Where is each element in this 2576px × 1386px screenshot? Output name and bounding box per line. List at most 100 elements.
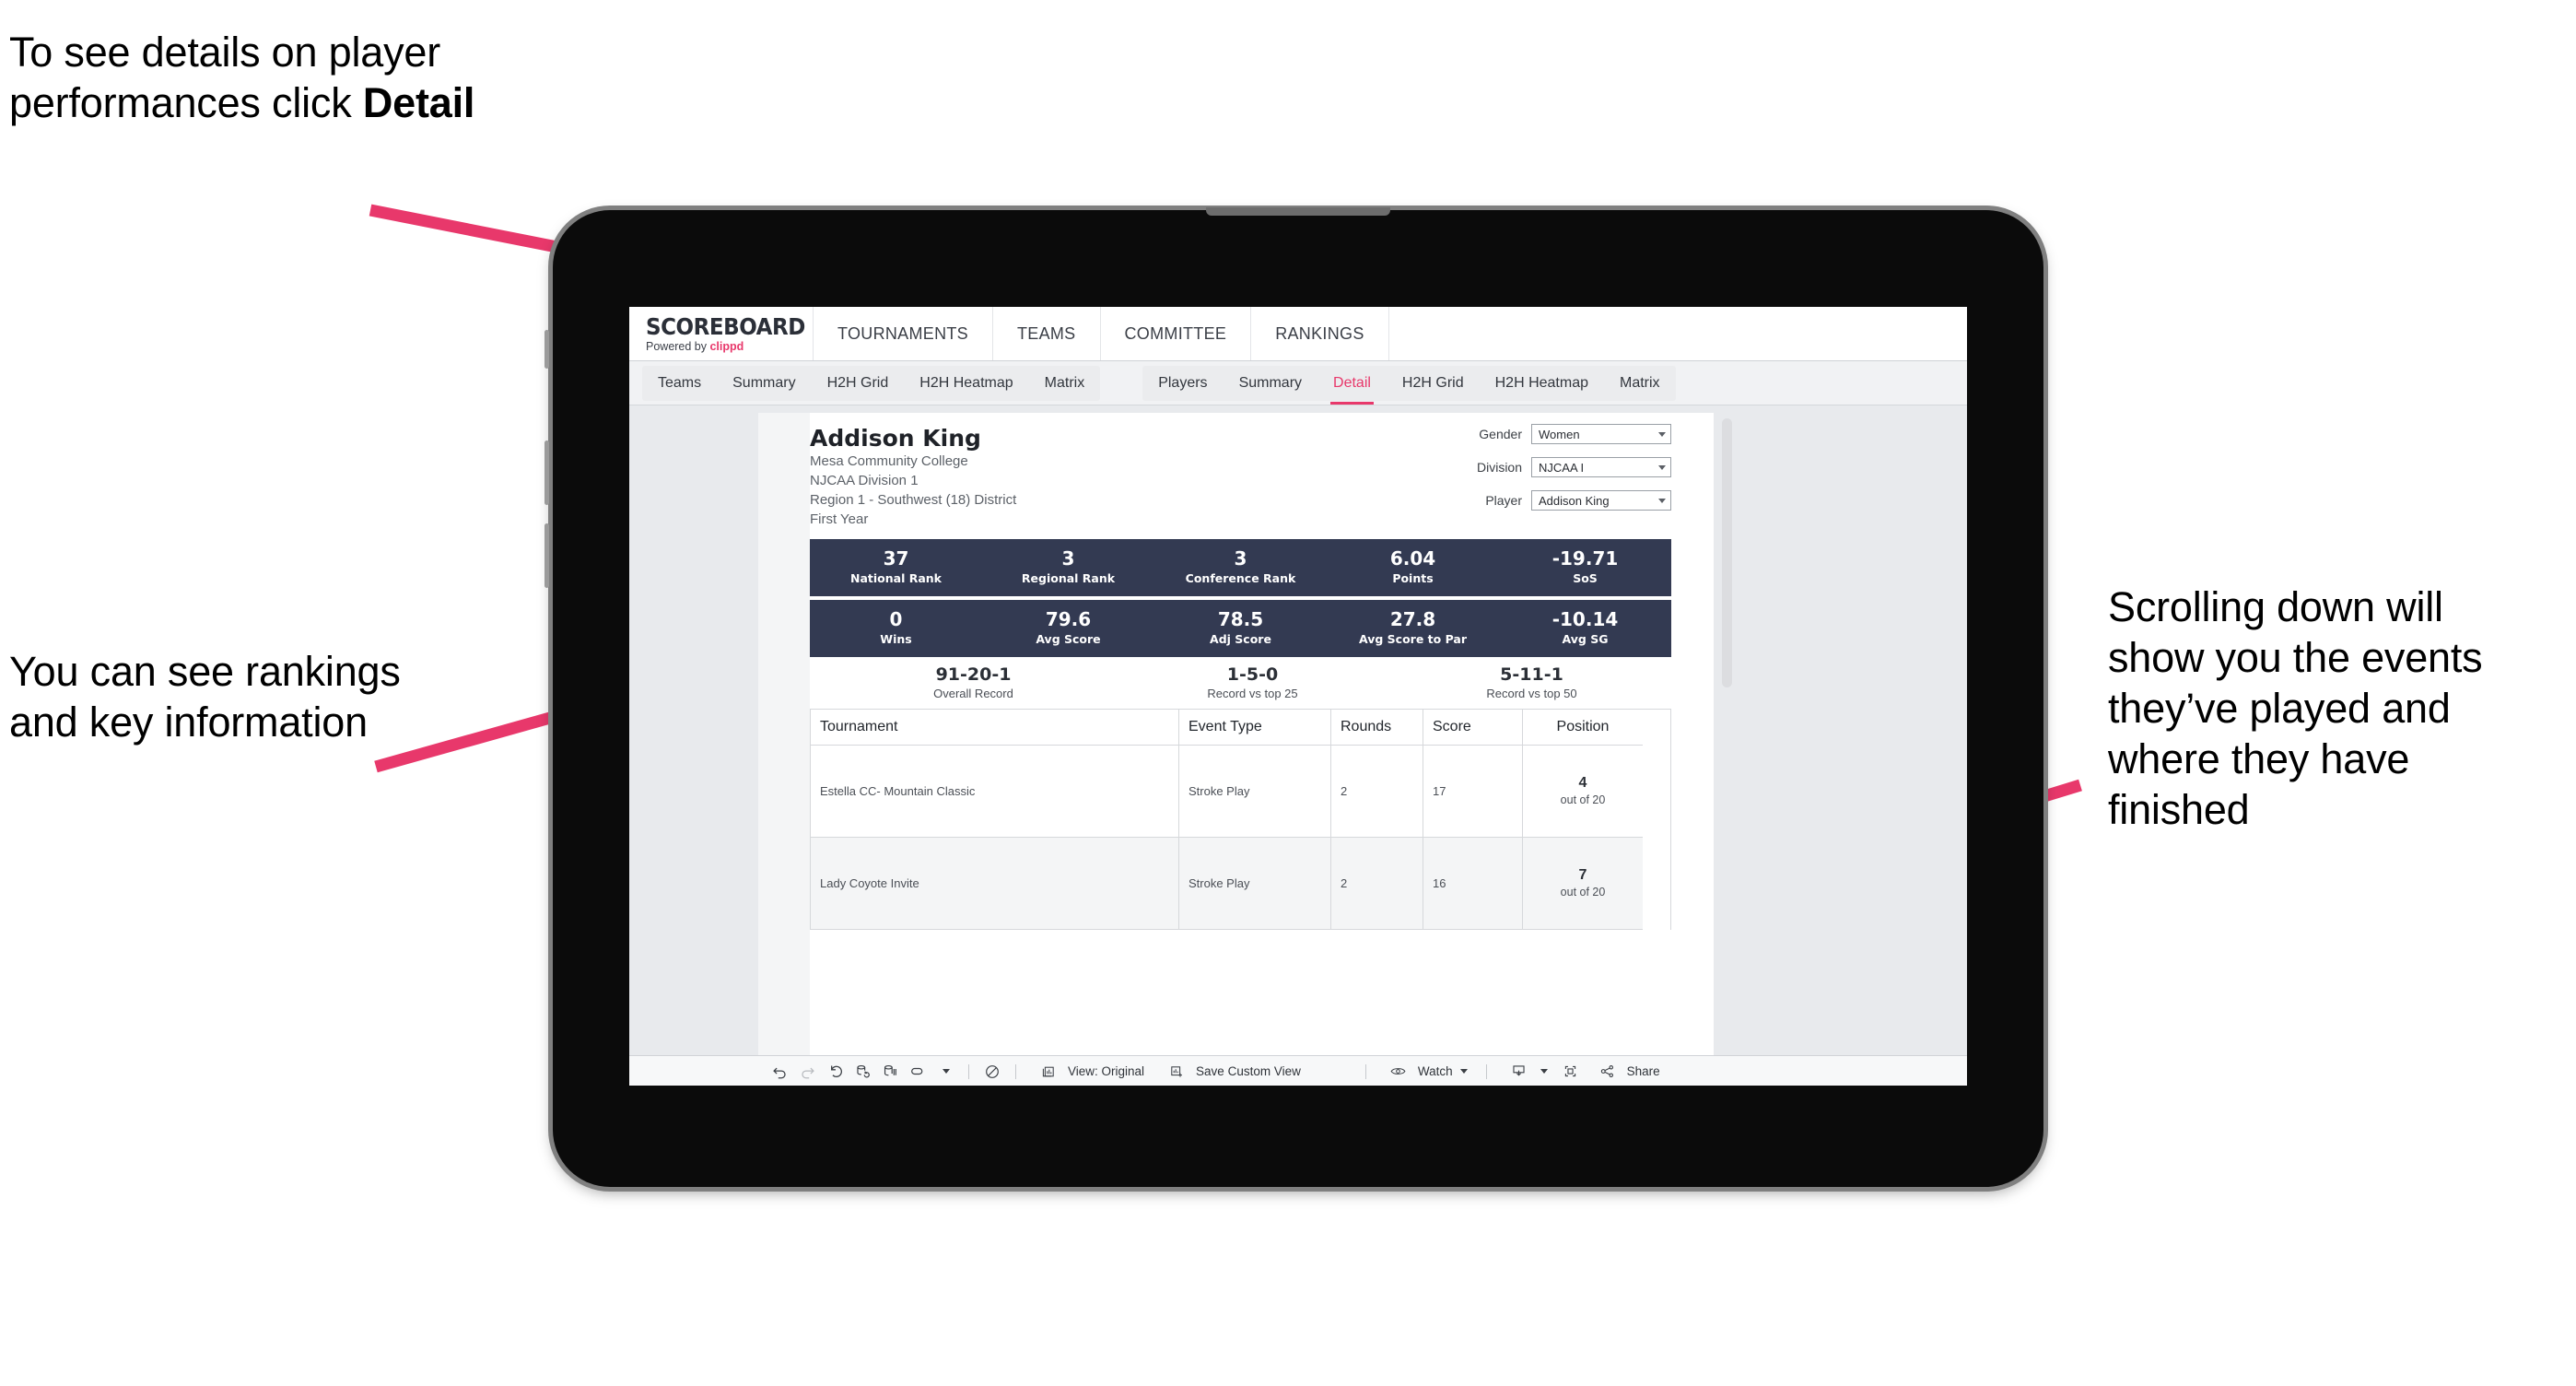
toolbar-divider <box>1364 1063 1366 1079</box>
stat-wins: 0 Wins <box>810 608 982 647</box>
brand-logo[interactable]: SCOREBOARD Powered by clippd <box>629 307 814 360</box>
col-position: Position <box>1523 710 1643 746</box>
events-table: Tournament Event Type Rounds Score Posit… <box>810 708 1671 930</box>
table-row[interactable]: Estella CC- Mountain Classic Stroke Play… <box>811 745 1670 838</box>
col-event-type: Event Type <box>1179 709 1331 746</box>
pause-auto-update-icon[interactable] <box>904 1058 931 1086</box>
cell-rounds: 2 <box>1331 837 1423 930</box>
app-sub-nav: Teams Summary H2H Grid H2H Heatmap Matri… <box>629 361 1967 405</box>
filter-division-value: NJCAA I <box>1539 460 1585 475</box>
stat-record-vs-top-50: 5-11-1 Record vs top 50 <box>1392 664 1671 699</box>
chevron-down-icon[interactable] <box>931 1058 959 1086</box>
subtab-teams-summary[interactable]: Summary <box>717 366 811 401</box>
fullscreen-icon[interactable] <box>1557 1058 1585 1086</box>
annotation-right: Scrolling down will show you the events … <box>2108 583 2483 833</box>
filter-player-select[interactable]: Addison King <box>1531 490 1671 511</box>
stats-band-rankings: 37 National Rank 3 Regional Rank 3 Confe… <box>810 538 1671 596</box>
watch-label: Watch <box>1417 1064 1453 1078</box>
subtab-players[interactable]: Players <box>1142 366 1223 401</box>
undo-icon[interactable] <box>766 1058 793 1086</box>
watch-button[interactable]: Watch <box>1376 1058 1477 1086</box>
download-button[interactable] <box>1496 1058 1557 1086</box>
share-label: Share <box>1626 1064 1660 1078</box>
brand-subtitle: Powered by clippd <box>646 341 813 353</box>
stat-value: 91-20-1 <box>935 664 1012 685</box>
stat-avg-score-to-par: 27.8 Avg Score to Par <box>1327 608 1499 647</box>
cell-event-type: Stroke Play <box>1179 837 1331 930</box>
clear-sheet-icon[interactable] <box>978 1058 1006 1086</box>
nav-teams[interactable]: TEAMS <box>993 307 1101 360</box>
stat-label: Avg SG <box>1562 632 1609 647</box>
viz-bottom-toolbar: View: Original Save Custom View Watch Sh… <box>629 1055 1967 1086</box>
table-header-row: Tournament Event Type Rounds Score Posit… <box>811 709 1670 746</box>
pause-data-icon[interactable] <box>876 1058 904 1086</box>
brand-clippd: clippd <box>709 339 744 353</box>
player-detail-content: Addison King Mesa Community College NJCA… <box>810 413 1732 1086</box>
filter-division-select[interactable]: NJCAA I <box>1531 457 1671 477</box>
revert-icon[interactable] <box>821 1058 849 1086</box>
chevron-down-icon <box>1459 1069 1468 1074</box>
refresh-data-icon[interactable] <box>849 1058 876 1086</box>
brand-powered-prefix: Powered by <box>646 339 710 353</box>
stat-value: 37 <box>883 547 909 570</box>
table-row[interactable]: Lady Coyote Invite Stroke Play 2 16 7 ou… <box>811 837 1670 930</box>
subtab-players-summary[interactable]: Summary <box>1224 366 1317 401</box>
subtab-teams[interactable]: Teams <box>642 366 717 401</box>
nav-tournaments[interactable]: TOURNAMENTS <box>814 307 993 360</box>
position-label: out of 20 <box>1560 885 1606 899</box>
col-score: Score <box>1423 709 1523 746</box>
filter-gender-value: Women <box>1539 427 1580 441</box>
chevron-down-icon <box>1658 431 1666 437</box>
annotation-top-left: To see details on player performances cl… <box>9 28 599 129</box>
stat-avg-score: 79.6 Avg Score <box>982 608 1154 647</box>
chevron-down-icon <box>1540 1069 1548 1074</box>
subtab-players-detail[interactable]: Detail <box>1317 366 1387 405</box>
chevron-down-icon <box>1658 498 1666 503</box>
filter-gender-select[interactable]: Women <box>1531 424 1671 444</box>
subtab-players-h2h-heatmap[interactable]: H2H Heatmap <box>1480 366 1604 401</box>
cell-rounds: 2 <box>1331 745 1423 838</box>
filter-player: Player Addison King <box>1441 490 1671 511</box>
subtab-players-h2h-grid[interactable]: H2H Grid <box>1387 366 1480 401</box>
stat-value: 3 <box>1061 547 1075 570</box>
view-original-label: View: Original <box>1068 1064 1145 1078</box>
top-nav-items: TOURNAMENTS TEAMS COMMITTEE RANKINGS <box>814 307 1389 360</box>
annotation-top-left-bold: Detail <box>362 78 475 126</box>
filter-player-label: Player <box>1485 493 1522 508</box>
app-top-nav: SCOREBOARD Powered by clippd TOURNAMENTS… <box>629 307 1967 361</box>
page-body: Addison King Mesa Community College NJCA… <box>629 405 1967 1086</box>
tablet-volume-down-button <box>544 523 549 588</box>
share-button[interactable]: Share <box>1585 1058 1669 1086</box>
save-custom-view-button[interactable]: Save Custom View <box>1153 1058 1310 1086</box>
stat-points: 6.04 Points <box>1327 547 1499 586</box>
slide-canvas: To see details on player performances cl… <box>0 0 2576 1386</box>
stat-conference-rank: 3 Conference Rank <box>1154 549 1327 586</box>
nav-rankings[interactable]: RANKINGS <box>1251 307 1389 360</box>
tablet-device: SCOREBOARD Powered by clippd TOURNAMENTS… <box>544 207 2043 1187</box>
subtab-teams-h2h-grid[interactable]: H2H Grid <box>812 366 905 401</box>
brand-title: SCOREBOARD <box>646 312 805 340</box>
stat-value: 0 <box>889 608 903 631</box>
redo-icon[interactable] <box>793 1058 821 1086</box>
toolbar-divider <box>1485 1063 1487 1079</box>
subtab-teams-h2h-heatmap[interactable]: H2H Heatmap <box>904 366 1028 401</box>
nav-committee[interactable]: COMMITTEE <box>1101 307 1252 360</box>
subtab-teams-matrix[interactable]: Matrix <box>1029 366 1101 401</box>
tablet-screen: SCOREBOARD Powered by clippd TOURNAMENTS… <box>629 307 1967 1086</box>
cell-score: 16 <box>1423 837 1523 930</box>
vertical-scrollbar[interactable] <box>1722 418 1732 687</box>
stat-regional-rank: 3 Regional Rank <box>982 547 1154 586</box>
stat-value: 5-11-1 <box>1500 664 1563 685</box>
stat-value: 27.8 <box>1389 608 1436 631</box>
save-custom-view-label: Save Custom View <box>1196 1064 1301 1078</box>
filter-division-label: Division <box>1476 460 1522 475</box>
cell-tournament: Lady Coyote Invite <box>811 837 1179 930</box>
stat-avg-sg: -10.14 Avg SG <box>1499 608 1671 647</box>
stat-value: 79.6 <box>1045 608 1092 631</box>
player-header: Addison King Mesa Community College NJCA… <box>810 413 1714 534</box>
stats-band-records: 91-20-1 Overall Record 1-5-0 Record vs t… <box>810 657 1671 709</box>
view-original-button[interactable]: View: Original <box>1025 1058 1153 1086</box>
stat-value: -10.14 <box>1551 608 1619 631</box>
stat-value: 6.04 <box>1389 547 1436 570</box>
subtab-players-matrix[interactable]: Matrix <box>1604 366 1676 401</box>
